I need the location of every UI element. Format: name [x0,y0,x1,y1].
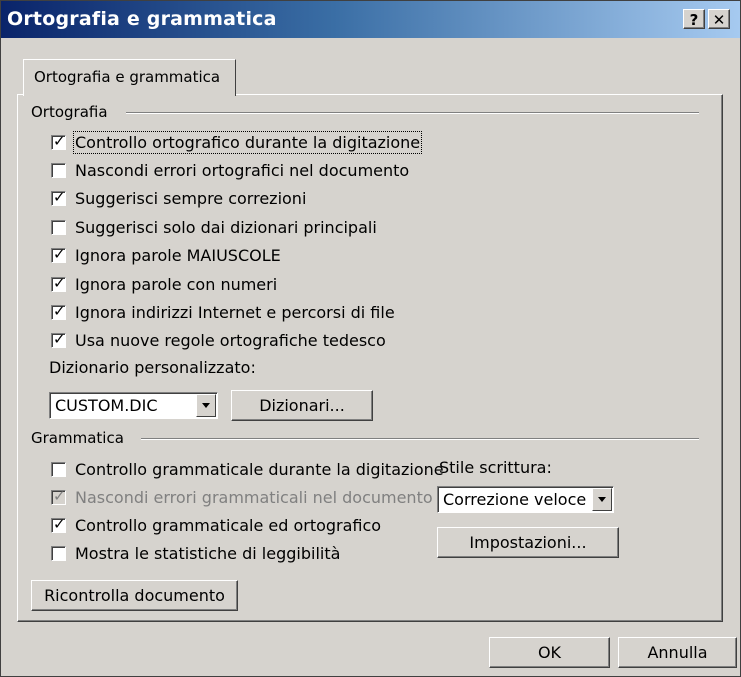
checkbox[interactable]: ✓ [51,188,66,207]
checkbox-label: Ignora parole MAIUSCOLE [75,246,281,266]
spelling-option[interactable]: Suggerisci solo dai dizionari principali [51,216,377,238]
checkbox[interactable] [51,162,66,178]
grammar-option[interactable]: ✓ Controllo grammaticale ed ortografico [51,514,381,536]
checkbox-label: Ignora indirizzi Internet e percorsi di … [75,302,395,322]
checkbox[interactable]: ✓ [51,514,66,533]
checkbox-label: Usa nuove regole ortografiche tedesco [75,331,386,351]
cancel-button[interactable]: Annulla [618,637,737,668]
dictionaries-button[interactable]: Dizionari... [231,390,373,421]
chevron-down-icon[interactable] [196,394,216,417]
grammar-option[interactable]: Mostra le statistiche di leggibilità [51,542,340,564]
checkbox[interactable]: ✓ [51,301,66,320]
checkbox-label: Suggerisci solo dai dizionari principali [75,217,377,237]
grammar-option[interactable]: ✓ Nascondi errori grammaticali nel docume… [51,486,433,508]
checkmark-icon: ✓ [53,330,66,349]
checkbox-label: Suggerisci sempre correzioni [75,189,307,209]
title-bar[interactable]: Ortografia e grammatica ? ✕ [1,1,740,38]
spelling-option[interactable]: ✓ Ignora parole MAIUSCOLE [51,245,281,267]
checkmark-icon: ✓ [53,486,66,505]
spelling-option[interactable]: ✓ Ignora parole con numeri [51,273,277,295]
custom-dictionary-value: CUSTOM.DIC [55,396,158,415]
checkmark-icon: ✓ [53,514,66,533]
checkbox: ✓ [51,486,66,505]
window-title: Ortografia e grammatica [7,8,277,30]
spelling-grammar-dialog: Ortografia e grammatica ? ✕ Ortografia e… [0,0,741,677]
checkmark-icon: ✓ [53,188,66,207]
spelling-option[interactable]: ✓ Usa nuove regole ortografiche tedesco [51,330,386,352]
checkmark-icon: ✓ [53,245,66,264]
checkbox-label: Controllo grammaticale ed ortografico [75,515,382,535]
checkbox[interactable]: ✓ [51,131,66,150]
checkbox-label: Controllo grammaticale durante la digita… [75,459,444,479]
custom-dictionary-label: Dizionario personalizzato: [49,358,256,377]
checkbox-label: Ignora parole con numeri [75,274,278,294]
settings-button[interactable]: Impostazioni... [437,527,619,558]
checkbox-label: Nascondi errori ortografici nel document… [75,160,410,180]
checkbox[interactable]: ✓ [51,245,66,264]
close-button[interactable]: ✕ [708,9,730,29]
grammar-group-rule [141,438,699,440]
checkbox-label: Nascondi errori grammaticali nel documen… [75,487,433,507]
checkbox[interactable] [51,545,66,561]
checkbox[interactable]: ✓ [51,330,66,349]
checkbox-label: Controllo ortografico durante la digitaz… [72,130,423,154]
grammar-option[interactable]: Controllo grammaticale durante la digita… [51,458,444,480]
help-button[interactable]: ? [683,9,705,29]
spelling-option[interactable]: Nascondi errori ortografici nel document… [51,159,409,181]
tab-spelling-grammar[interactable]: Ortografia e grammatica [23,59,236,96]
tab-label: Ortografia e grammatica [34,68,221,86]
spelling-option[interactable]: ✓ Controllo ortografico durante la digita… [51,130,423,154]
checkmark-icon: ✓ [53,131,66,150]
spelling-option[interactable]: ✓ Suggerisci sempre correzioni [51,188,306,210]
spelling-group-rule [126,112,699,114]
custom-dictionary-select[interactable]: CUSTOM.DIC [49,392,218,419]
writing-style-label: Stile scrittura: [439,458,552,477]
checkbox[interactable] [51,219,66,235]
chevron-down-icon[interactable] [592,488,612,511]
grammar-group-title: Grammatica [31,429,128,447]
checkbox[interactable]: ✓ [51,273,66,292]
checkbox-label: Mostra le statistiche di leggibilità [75,543,341,563]
checkmark-icon: ✓ [53,273,66,292]
ok-button[interactable]: OK [489,637,610,668]
spelling-option[interactable]: ✓ Ignora indirizzi Internet e percorsi di… [51,301,395,323]
recheck-document-button[interactable]: Ricontrolla documento [31,580,238,611]
checkbox[interactable] [51,461,66,477]
writing-style-value: Correzione veloce [443,490,587,509]
writing-style-select[interactable]: Correzione veloce [437,486,614,513]
checkmark-icon: ✓ [53,301,66,320]
spelling-group-title: Ortografia [31,103,112,121]
